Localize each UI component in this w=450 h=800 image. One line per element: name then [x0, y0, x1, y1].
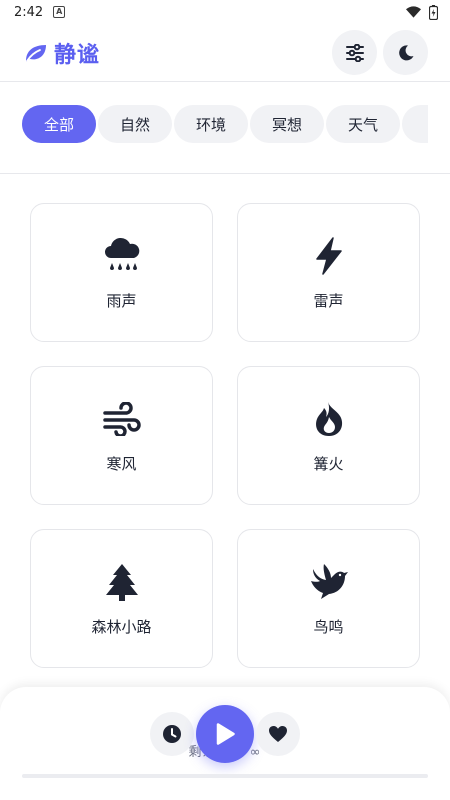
sound-label: 森林小路 — [91, 618, 152, 636]
theme-toggle-button[interactable] — [383, 30, 428, 75]
sound-card-wind[interactable]: 寒风 — [30, 366, 213, 505]
sound-card-thunder[interactable]: 雷声 — [237, 203, 420, 342]
fire-icon — [307, 397, 351, 441]
play-button[interactable] — [196, 705, 254, 763]
wifi-icon — [406, 6, 421, 18]
category-bar: 全部 自然 环境 冥想 天气 城 — [0, 82, 450, 174]
sound-label: 雨声 — [106, 292, 137, 310]
status-bar: 2:42 A — [0, 0, 450, 24]
leaf-icon — [26, 44, 46, 62]
category-chip-environment[interactable]: 环境 — [174, 105, 248, 143]
cloud-rain-icon — [100, 234, 144, 278]
favorite-button[interactable] — [256, 712, 300, 756]
sound-label: 鸟鸣 — [313, 618, 344, 636]
app-header: 静谧 — [0, 24, 450, 82]
sound-card-forest[interactable]: 森林小路 — [30, 529, 213, 668]
clock-icon — [163, 725, 181, 743]
notification-icon: A — [53, 6, 66, 18]
category-chip-nature[interactable]: 自然 — [98, 105, 172, 143]
heart-icon — [269, 726, 287, 742]
sound-card-rain[interactable]: 雨声 — [30, 203, 213, 342]
app-logo: 静谧 — [22, 37, 100, 69]
status-indicators — [406, 4, 438, 20]
progress-bar[interactable] — [22, 774, 428, 778]
category-chip-meditation[interactable]: 冥想 — [250, 105, 324, 143]
status-time: 2:42 — [14, 4, 44, 20]
category-chip-all[interactable]: 全部 — [22, 105, 96, 143]
play-icon — [216, 723, 235, 745]
category-chip-weather[interactable]: 天气 — [326, 105, 400, 143]
lightning-icon — [307, 234, 351, 278]
dove-icon — [307, 560, 351, 604]
category-chip-city[interactable]: 城 — [402, 105, 428, 143]
header-actions — [332, 30, 428, 75]
tree-icon — [100, 560, 144, 604]
timer-button[interactable] — [150, 712, 194, 756]
category-list[interactable]: 全部 自然 环境 冥想 天气 城 — [22, 105, 428, 143]
sound-label: 雷声 — [313, 292, 344, 310]
sound-label: 寒风 — [106, 455, 137, 473]
sound-grid: 雨声 雷声 寒风 篝火 森林小路 鸟鸣 — [30, 203, 420, 668]
sound-card-birds[interactable]: 鸟鸣 — [237, 529, 420, 668]
sliders-icon — [345, 43, 364, 62]
wind-icon — [100, 397, 144, 441]
player-bar: 剩余时间 ∞ — [0, 687, 450, 800]
sound-card-campfire[interactable]: 篝火 — [237, 366, 420, 505]
battery-icon — [429, 4, 438, 20]
app-title: 静谧 — [54, 42, 101, 68]
sound-label: 篝火 — [313, 455, 344, 473]
moon-icon — [398, 44, 413, 60]
filter-button[interactable] — [332, 30, 377, 75]
